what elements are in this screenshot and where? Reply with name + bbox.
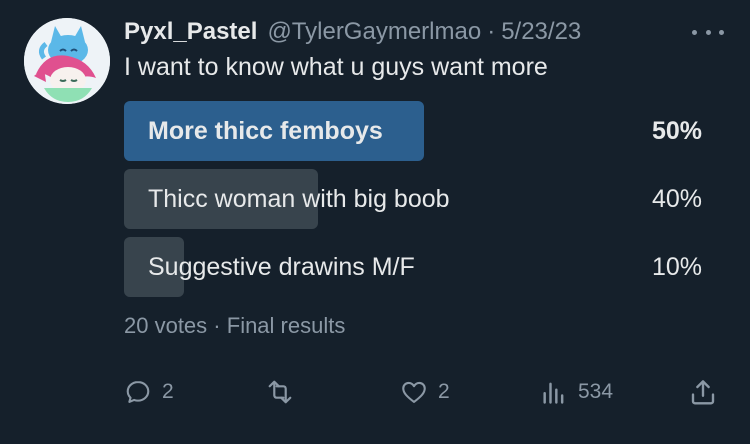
poll-status: Final results — [226, 313, 346, 338]
reply-count: 2 — [162, 380, 174, 403]
poll-option-percent: 50% — [651, 117, 702, 145]
share-button[interactable] — [688, 372, 718, 412]
avatar-image — [24, 18, 110, 104]
tweet-text: I want to know what u guys want more — [124, 53, 548, 81]
poll-option-label: Thicc woman with big boob — [148, 185, 450, 213]
views-chart-icon — [543, 382, 564, 404]
poll: More thicc femboys 50% Thicc woman with … — [124, 101, 702, 305]
avatar[interactable] — [24, 18, 110, 104]
tweet-header: Pyxl_Pastel @TylerGaymerlmao · 5/23/23 — [124, 14, 724, 50]
like-button[interactable]: 2 — [400, 372, 450, 412]
poll-option-3: Suggestive drawins M/F 10% — [124, 237, 702, 297]
views-count: 534 — [578, 380, 614, 403]
poll-option-label: More thicc femboys — [148, 117, 383, 145]
reply-icon — [126, 381, 150, 403]
poll-option-1: More thicc femboys 50% — [124, 101, 702, 161]
retweet-button[interactable] — [264, 372, 306, 412]
retweet-icon — [268, 380, 292, 404]
poll-option-2: Thicc woman with big boob 40% — [124, 169, 702, 229]
poll-option-percent: 10% — [651, 253, 702, 281]
action-bar: 2 2 534 — [124, 372, 724, 412]
poll-option-label: Suggestive drawins M/F — [148, 253, 415, 281]
user-handle[interactable]: @TylerGaymerlmao — [267, 18, 481, 46]
tweet: Pyxl_Pastel @TylerGaymerlmao · 5/23/23 I… — [0, 0, 750, 444]
reply-button[interactable]: 2 — [124, 372, 174, 412]
more-options-icon[interactable] — [692, 20, 724, 44]
poll-meta: 20 votes · Final results — [124, 313, 345, 339]
views-button[interactable]: 534 — [540, 372, 613, 412]
poll-option-percent: 40% — [651, 185, 702, 213]
poll-meta-separator: · — [213, 313, 221, 338]
share-icon — [691, 380, 715, 405]
heart-icon — [402, 381, 426, 403]
like-count: 2 — [438, 380, 450, 403]
poll-vote-count: 20 votes — [124, 313, 208, 338]
tweet-date[interactable]: 5/23/23 — [501, 18, 581, 46]
header-separator: · — [487, 18, 496, 45]
display-name[interactable]: Pyxl_Pastel — [124, 18, 257, 46]
